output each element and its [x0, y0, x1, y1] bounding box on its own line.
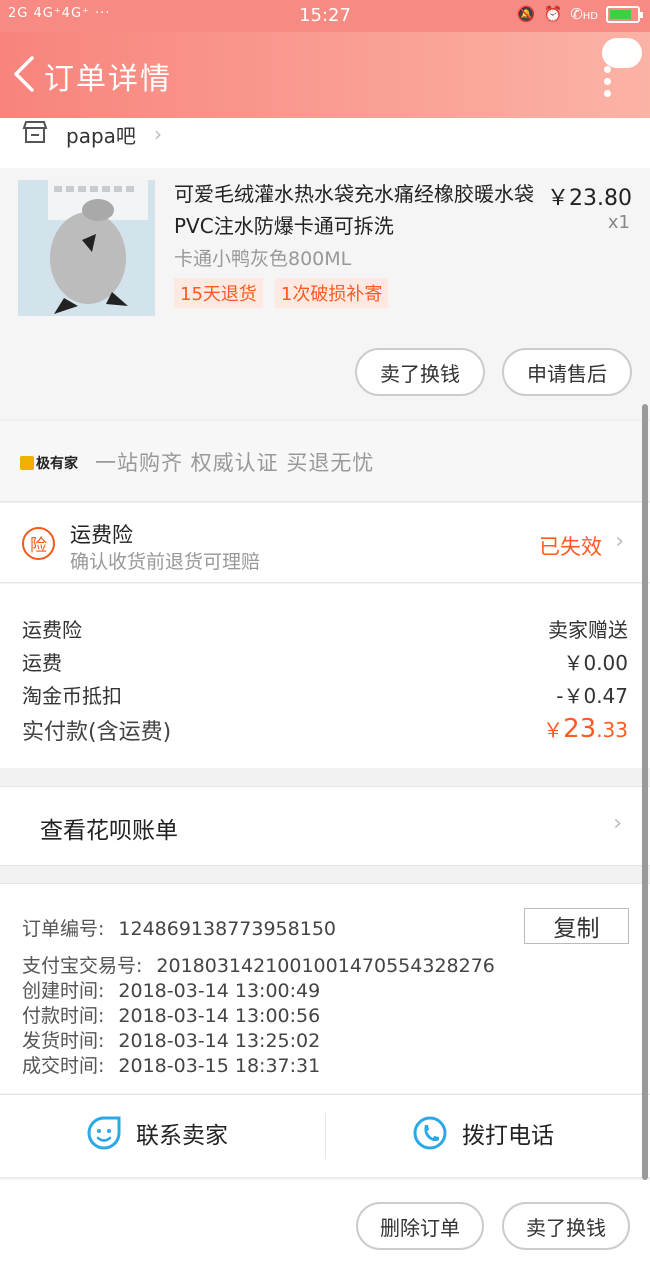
shipping-insurance-row[interactable]: 险 运费险 确认收货前退货可理赔 已失效 ›	[0, 503, 650, 583]
cost-value: 卖家赠送	[548, 618, 628, 642]
contact-seller-label: 联系卖家	[136, 1123, 228, 1149]
product-sku: 卡通小鸭灰色800ML	[174, 248, 352, 270]
pay-time: 付款时间: 2018-03-14 13:00:56	[22, 1005, 321, 1027]
product-quantity: x1	[607, 212, 630, 233]
promo-banner[interactable]: 极有家 一站购齐 权威认证 买退无忧	[0, 420, 650, 502]
cost-summary: 运费险 卖家赠送 运费 ￥0.00 淘金币抵扣 -￥0.47 实付款(含运费) …	[0, 584, 650, 768]
ship-time: 发货时间: 2018-03-14 13:25:02	[22, 1030, 321, 1052]
contact-seller-button[interactable]: 联系卖家	[86, 1115, 228, 1151]
insurance-title: 运费险	[70, 523, 133, 547]
status-bar: 2G 4G⁺4G⁺ ··· 15:27 🔕 ⏰ ✆HD	[0, 0, 650, 32]
call-phone-label: 拨打电话	[462, 1123, 554, 1149]
more-menu-icon[interactable]	[604, 66, 612, 97]
chevron-right-icon: ›	[613, 811, 622, 836]
deal-time: 成交时间: 2018-03-15 18:37:31	[22, 1055, 321, 1077]
total-row: 实付款(含运费) ￥23.33	[22, 714, 628, 746]
back-icon[interactable]	[10, 54, 40, 94]
product-thumbnail[interactable]	[18, 180, 155, 316]
status-icons: 🔕 ⏰ ✆HD	[516, 5, 643, 23]
shop-icon	[22, 121, 48, 143]
insurance-icon: 险	[22, 527, 55, 560]
chevron-right-icon: ›	[615, 529, 624, 554]
insurance-desc: 确认收货前退货可理赔	[70, 551, 261, 573]
sell-for-cash-button[interactable]: 卖了换钱	[355, 348, 485, 396]
promo-slogan: 一站购齐 权威认证 买退无忧	[95, 451, 375, 475]
sell-for-cash-button-bottom[interactable]: 卖了换钱	[502, 1202, 630, 1250]
brand-logo: 极有家	[20, 453, 78, 473]
copy-button[interactable]: 复制	[524, 908, 629, 944]
brand-logo-icon	[20, 456, 34, 470]
huabei-bill-row[interactable]: 查看花呗账单 ›	[0, 786, 650, 866]
total-label: 实付款(含运费)	[22, 720, 172, 745]
cost-label: 运费	[22, 651, 62, 675]
message-bubble-icon[interactable]	[602, 38, 642, 68]
product-price: ￥23.80	[547, 186, 632, 211]
page-title: 订单详情	[44, 62, 172, 97]
call-phone-button[interactable]: 拨打电话	[412, 1115, 554, 1151]
nav-bar: 订单详情	[0, 32, 650, 118]
insurance-status: 已失效	[539, 535, 602, 559]
cost-row: 运费险 卖家赠送	[22, 614, 628, 643]
order-number: 订单编号: 124869138773958150	[22, 918, 336, 940]
product-title[interactable]: 可爱毛绒灌水热水袋充水痛经橡胶暖水袋PVC注水防爆卡通可拆洗	[174, 178, 534, 242]
phone-icon	[413, 1116, 447, 1150]
chat-face-icon	[87, 1116, 121, 1150]
scrollbar[interactable]	[642, 404, 648, 1180]
battery-icon	[606, 5, 643, 23]
divider	[325, 1113, 326, 1159]
order-item: 可爱毛绒灌水热水袋充水痛经橡胶暖水袋PVC注水防爆卡通可拆洗 ￥23.80 x1…	[0, 168, 650, 418]
cost-row: 淘金币抵扣 -￥0.47	[22, 680, 628, 709]
order-info: 订单编号: 124869138773958150 复制 支付宝交易号: 201803…	[0, 883, 650, 1093]
shop-name[interactable]: papa吧	[66, 120, 136, 149]
alarm-icon: ⏰	[543, 5, 563, 23]
delete-order-button[interactable]: 删除订单	[356, 1202, 484, 1250]
create-time: 创建时间: 2018-03-14 13:00:49	[22, 980, 321, 1002]
cost-value: ￥0.00	[563, 651, 628, 675]
tag-return: 15天退货	[174, 278, 263, 308]
cost-label: 运费险	[22, 618, 82, 642]
notification-off-icon: 🔕	[516, 5, 536, 23]
total-amount: ￥23.33	[543, 714, 628, 744]
after-sale-button[interactable]: 申请售后	[502, 348, 632, 396]
tag-damage-resend: 1次破损补寄	[274, 278, 389, 308]
hd-call-icon: ✆HD	[570, 5, 598, 23]
contact-bar: 联系卖家 拨打电话	[0, 1094, 650, 1178]
chevron-right-icon: ›	[154, 122, 162, 146]
cost-label: 淘金币抵扣	[22, 684, 122, 708]
alipay-trade-number: 支付宝交易号: 2018031421001001470554328276	[22, 955, 495, 977]
cost-value: -￥0.47	[556, 684, 628, 708]
service-tags: 15天退货 1次破损补寄	[174, 278, 389, 308]
bottom-action-bar: 删除订单 卖了换钱	[0, 1180, 650, 1272]
shop-row[interactable]: papa吧 ›	[0, 118, 650, 168]
cost-row: 运费 ￥0.00	[22, 647, 628, 676]
huabei-label: 查看花呗账单	[40, 818, 178, 844]
